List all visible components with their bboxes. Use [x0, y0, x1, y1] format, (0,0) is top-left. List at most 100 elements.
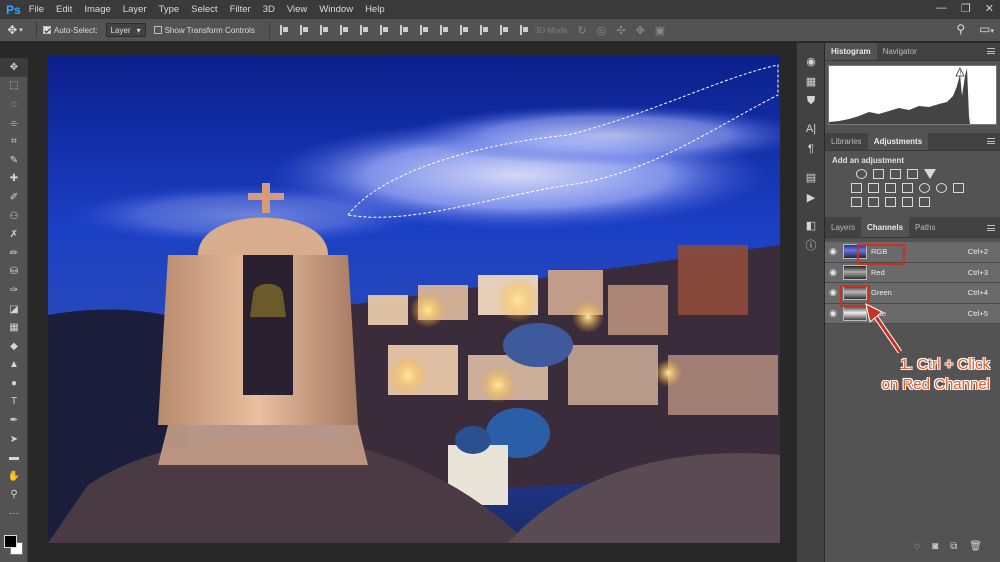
- menu-image[interactable]: Image: [84, 4, 110, 15]
- menu-help[interactable]: Help: [365, 4, 385, 15]
- minimize-icon[interactable]: —: [936, 2, 947, 15]
- save-selection-icon[interactable]: ◙: [932, 541, 938, 552]
- align-top-icon[interactable]: [279, 25, 289, 35]
- invert-icon[interactable]: [851, 197, 862, 207]
- tab-paths[interactable]: Paths: [909, 217, 941, 237]
- distribute-vcenter-icon[interactable]: [419, 25, 429, 35]
- panel-menu-icon[interactable]: [987, 48, 995, 54]
- eye-icon[interactable]: ◉: [825, 267, 841, 278]
- tab-channels[interactable]: Channels: [861, 217, 910, 237]
- distribute-bottom-icon[interactable]: [439, 25, 449, 35]
- panel-menu-icon[interactable]: [987, 138, 995, 144]
- channel-row-rgb[interactable]: ◉ RGB Ctrl+2: [825, 242, 1000, 263]
- color-balance-icon[interactable]: [885, 183, 896, 193]
- delete-channel-icon[interactable]: 🗑: [969, 541, 982, 552]
- threshold-icon[interactable]: [885, 197, 896, 207]
- hue-saturation-icon[interactable]: [868, 183, 879, 193]
- properties-panel-icon[interactable]: ◧: [797, 215, 825, 235]
- distribute-left-icon[interactable]: [459, 25, 469, 35]
- menu-layer[interactable]: Layer: [123, 4, 147, 15]
- tab-histogram[interactable]: Histogram: [825, 43, 877, 60]
- menu-view[interactable]: View: [287, 4, 307, 15]
- blur-tool-icon[interactable]: ◆: [0, 337, 28, 356]
- close-icon[interactable]: ✕: [985, 2, 994, 15]
- tab-layers[interactable]: Layers: [825, 217, 861, 237]
- burn-tool-icon[interactable]: ●: [0, 374, 28, 393]
- eye-icon[interactable]: ◉: [825, 287, 841, 298]
- color-panel-icon[interactable]: ◉: [797, 51, 825, 71]
- swatches-panel-icon[interactable]: ▦: [797, 71, 825, 91]
- eye-icon[interactable]: ◉: [825, 246, 841, 257]
- panel-menu-icon[interactable]: [987, 225, 995, 231]
- marquee-tool-icon[interactable]: ⬚: [0, 77, 28, 96]
- eraser-tool-icon[interactable]: ◪: [0, 300, 28, 319]
- menu-filter[interactable]: Filter: [230, 4, 251, 15]
- posterize-icon[interactable]: [868, 197, 879, 207]
- move-tool-preset-icon[interactable]: ✥ ▾: [0, 19, 30, 42]
- menu-edit[interactable]: Edit: [56, 4, 72, 15]
- vibrance-icon[interactable]: [851, 183, 862, 193]
- styles-panel-icon[interactable]: ⛊: [797, 91, 825, 111]
- curves-icon[interactable]: [890, 169, 901, 179]
- 3d-pan-icon[interactable]: ✣: [616, 24, 625, 37]
- gradient-triangle-icon[interactable]: [924, 169, 936, 179]
- levels-icon[interactable]: [873, 169, 884, 179]
- align-hcenter-icon[interactable]: [359, 25, 369, 35]
- menu-window[interactable]: Window: [319, 4, 353, 15]
- search-icon[interactable]: ⚲: [956, 22, 965, 36]
- exposure-icon[interactable]: [907, 169, 918, 179]
- color-lookup-icon[interactable]: [953, 183, 964, 193]
- hand-tool-icon[interactable]: ✋: [0, 467, 28, 486]
- clone-stamp-tool-icon[interactable]: ⚇: [0, 207, 28, 226]
- align-bottom-icon[interactable]: [319, 25, 329, 35]
- shape-tool-icon[interactable]: ▬: [0, 448, 28, 467]
- character-panel-icon[interactable]: A|: [797, 119, 825, 139]
- menu-type[interactable]: Type: [159, 4, 180, 15]
- zoom-tool-icon[interactable]: ⚲: [0, 486, 28, 505]
- show-transform-checkbox[interactable]: [153, 26, 162, 34]
- brightness-contrast-icon[interactable]: [856, 169, 867, 179]
- tab-navigator[interactable]: Navigator: [877, 43, 923, 60]
- 3d-scale-icon[interactable]: ▣: [655, 24, 665, 37]
- tab-libraries[interactable]: Libraries: [825, 133, 868, 150]
- type-tool-icon[interactable]: T: [0, 393, 28, 412]
- auto-align-icon[interactable]: [519, 25, 529, 35]
- pen-tool-icon[interactable]: ✒: [0, 411, 28, 430]
- black-white-icon[interactable]: [902, 183, 913, 193]
- paragraph-panel-icon[interactable]: ¶: [797, 139, 825, 159]
- art-brush-tool-icon[interactable]: ✑: [0, 281, 28, 300]
- foreground-color-swatch[interactable]: [4, 535, 17, 548]
- info-panel-icon[interactable]: ⓘ: [797, 235, 825, 255]
- photo-filter-icon[interactable]: [919, 183, 930, 193]
- workspace-icon[interactable]: ▭▾: [979, 22, 994, 36]
- align-left-icon[interactable]: [339, 25, 349, 35]
- gradient-map-icon[interactable]: [902, 197, 913, 207]
- 3d-slide-icon[interactable]: ✥: [636, 24, 645, 37]
- align-vcenter-icon[interactable]: [299, 25, 309, 35]
- channel-row-red[interactable]: ◉ Red Ctrl+3: [825, 262, 1000, 283]
- mixer-brush-tool-icon[interactable]: ✏: [0, 244, 28, 263]
- actions-panel-icon[interactable]: ▶: [797, 187, 825, 207]
- auto-select-checkbox[interactable]: [43, 26, 51, 34]
- history-panel-icon[interactable]: ▤: [797, 167, 825, 187]
- lasso-tool-icon[interactable]: ◌: [0, 95, 28, 114]
- selective-color-icon[interactable]: [919, 197, 930, 207]
- stamp-tool-icon[interactable]: ⛁: [0, 263, 28, 282]
- menu-3d[interactable]: 3D: [263, 4, 275, 15]
- 3d-rotate-icon[interactable]: ↻: [578, 24, 587, 37]
- document-image[interactable]: [48, 55, 780, 543]
- eyedropper-tool-icon[interactable]: ✎: [0, 151, 28, 170]
- menu-file[interactable]: File: [29, 4, 44, 15]
- 3d-roll-icon[interactable]: ◎: [597, 24, 607, 37]
- restore-icon[interactable]: ❐: [961, 2, 971, 15]
- crop-tool-icon[interactable]: ⌗: [0, 132, 28, 151]
- path-select-tool-icon[interactable]: ➤: [0, 430, 28, 449]
- eye-icon[interactable]: ◉: [825, 308, 841, 319]
- menu-select[interactable]: Select: [191, 4, 217, 15]
- channel-mixer-icon[interactable]: [936, 183, 947, 193]
- tab-adjustments[interactable]: Adjustments: [867, 133, 929, 150]
- brush-tool-icon[interactable]: ✐: [0, 188, 28, 207]
- quick-select-tool-icon[interactable]: ⌯: [0, 114, 28, 133]
- distribute-right-icon[interactable]: [499, 25, 509, 35]
- history-brush-tool-icon[interactable]: ✗: [0, 225, 28, 244]
